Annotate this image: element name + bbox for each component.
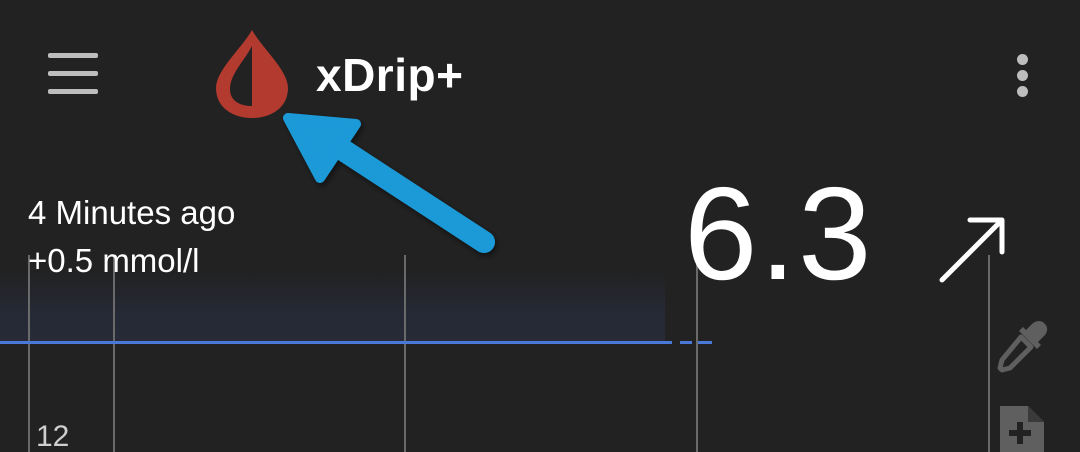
graph-target-line-dash: [698, 341, 712, 344]
graph-grid-line: [28, 255, 30, 452]
graph-target-line-dash: [680, 341, 692, 344]
app-title: xDrip+: [316, 49, 464, 101]
overflow-menu-button[interactable]: [1004, 50, 1040, 100]
reading-delta: +0.5 mmol/l: [28, 242, 200, 279]
arrow-up-right-icon: [939, 217, 1005, 283]
add-note-icon[interactable]: [994, 400, 1050, 452]
graph-grid-line: [404, 255, 406, 452]
reading-time-ago: 4 Minutes ago: [28, 194, 236, 231]
xdrip-home-screen: xDrip+ 4 Minutes ago +0.5 mmol/l 6.3 12: [0, 0, 1080, 452]
graph-y-axis-label: 12: [36, 420, 70, 452]
pipette-icon[interactable]: [994, 318, 1050, 374]
graph-grid-line: [113, 255, 115, 452]
graph-target-line: [0, 341, 672, 344]
graph-target-range-shade: [0, 272, 665, 342]
navigation-menu-button[interactable]: [40, 48, 106, 100]
hamburger-menu-icon: [48, 53, 98, 58]
blood-drop-logo: [216, 30, 288, 118]
more-vertical-icon: [1017, 54, 1028, 65]
glucose-value: 6.3: [684, 160, 874, 307]
